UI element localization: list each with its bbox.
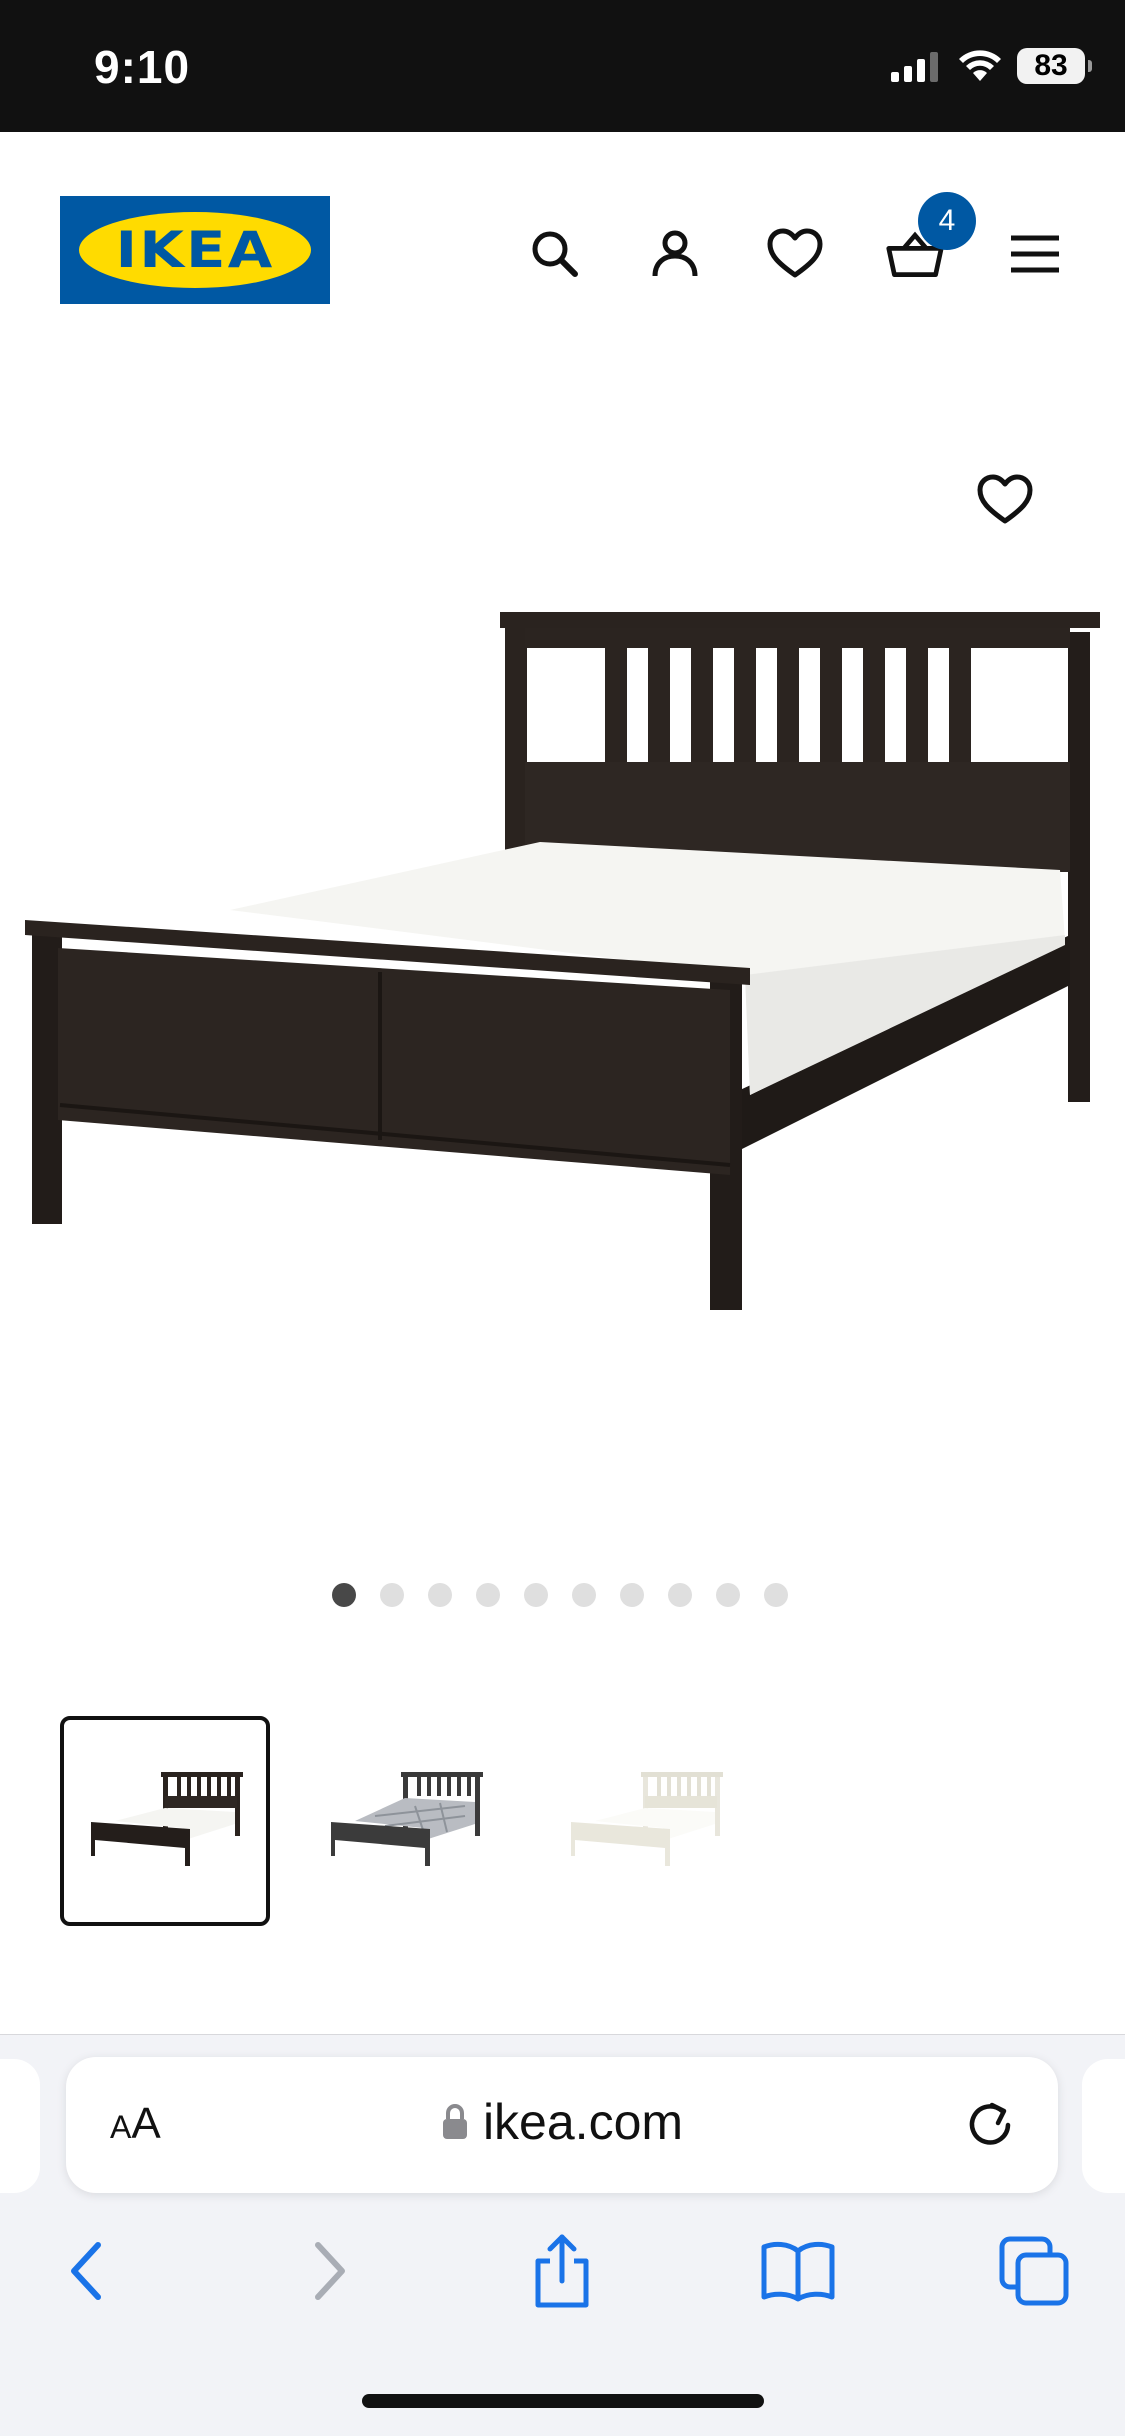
next-tab-peek[interactable] xyxy=(1082,2059,1125,2193)
tabs-icon xyxy=(999,2236,1069,2306)
chevron-left-icon xyxy=(71,2242,101,2300)
book-icon xyxy=(761,2241,835,2302)
status-time: 9:10 xyxy=(94,41,191,93)
ikea-logo[interactable]: IKEA xyxy=(60,196,330,304)
reload-icon xyxy=(969,2102,1011,2145)
carousel-dot[interactable] xyxy=(380,1583,404,1607)
carousel-dot[interactable] xyxy=(716,1583,740,1607)
url-display: ikea.com xyxy=(66,2093,1058,2151)
white-bed-thumbnail[interactable] xyxy=(540,1716,750,1926)
status-bar: 9:10 83 xyxy=(0,0,1125,132)
status-icons: 83 xyxy=(891,48,1092,84)
address-bar[interactable]: AA ikea.com xyxy=(66,2057,1058,2193)
carousel-dot[interactable] xyxy=(428,1583,452,1607)
product-main-image[interactable] xyxy=(0,400,1125,1570)
dark-bed-with-bedding-thumbnail[interactable] xyxy=(300,1716,510,1926)
logo-oval: IKEA xyxy=(79,212,311,288)
bookmarks-button[interactable] xyxy=(758,2231,838,2311)
carousel-dot[interactable] xyxy=(764,1583,788,1607)
reload-button[interactable] xyxy=(962,2097,1018,2153)
account-icon[interactable] xyxy=(645,224,705,284)
carousel-dot[interactable] xyxy=(668,1583,692,1607)
lock-icon xyxy=(442,2104,467,2139)
previous-tab-peek[interactable] xyxy=(0,2059,40,2193)
search-icon[interactable] xyxy=(525,224,585,284)
forward-button[interactable] xyxy=(290,2231,370,2311)
carousel-dot[interactable] xyxy=(620,1583,644,1607)
browser-chrome: AA ikea.com xyxy=(0,2034,1125,2436)
cart-count-badge: 4 xyxy=(918,192,976,250)
carousel-dots xyxy=(332,1583,788,1607)
dark-bed-thumbnail[interactable] xyxy=(60,1716,270,1926)
add-to-favorites-button[interactable] xyxy=(970,470,1040,530)
product-thumbnails xyxy=(60,1716,750,1926)
tabs-button[interactable] xyxy=(994,2231,1074,2311)
carousel-dot[interactable] xyxy=(476,1583,500,1607)
url-text: ikea.com xyxy=(482,2094,684,2150)
chevron-right-icon xyxy=(315,2242,345,2300)
heart-icon xyxy=(977,474,1033,524)
back-button[interactable] xyxy=(46,2231,126,2311)
heart-icon[interactable] xyxy=(765,224,825,284)
carousel-dot[interactable] xyxy=(332,1583,356,1607)
menu-icon[interactable] xyxy=(1005,224,1065,284)
share-button[interactable] xyxy=(522,2231,602,2311)
home-indicator[interactable] xyxy=(362,2394,764,2408)
carousel-dot[interactable] xyxy=(572,1583,596,1607)
wifi-icon xyxy=(959,50,1001,81)
share-icon xyxy=(535,2234,589,2308)
signal-icon xyxy=(891,52,938,82)
logo-text: IKEA xyxy=(115,221,275,279)
carousel-dot[interactable] xyxy=(524,1583,548,1607)
battery-indicator: 83 xyxy=(1017,48,1092,84)
site-header: IKEA 4 xyxy=(0,132,1125,372)
